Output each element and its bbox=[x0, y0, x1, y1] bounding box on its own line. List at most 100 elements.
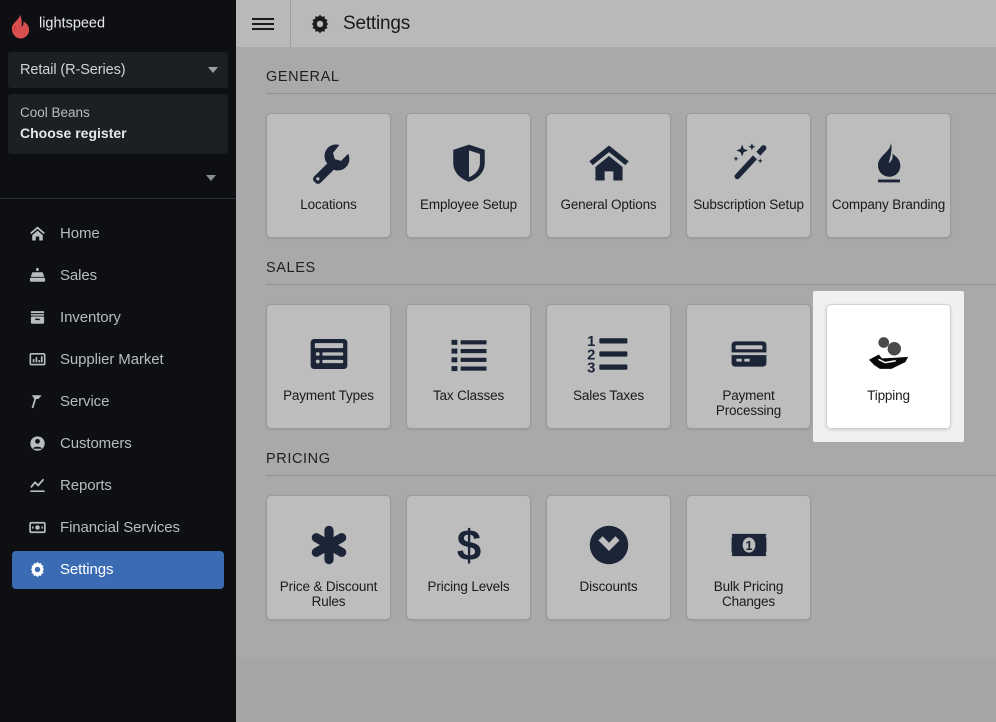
sidebar-item-inventory[interactable]: Inventory bbox=[12, 299, 224, 337]
shield-icon bbox=[448, 135, 490, 191]
sidebar-item-label: Home bbox=[60, 225, 100, 243]
tile-tipping[interactable]: Tipping bbox=[826, 304, 951, 429]
page-title: Settings bbox=[343, 12, 411, 34]
hammer-icon bbox=[28, 393, 46, 411]
brand-logo[interactable]: lightspeed bbox=[0, 0, 236, 48]
home-icon bbox=[586, 135, 632, 191]
tile-label: Discounts bbox=[579, 579, 638, 594]
inventory-box-icon bbox=[28, 309, 46, 327]
tile-slot: Tax Classes bbox=[406, 304, 531, 429]
tile-pricing-levels[interactable]: $ Pricing Levels bbox=[406, 495, 531, 620]
chevron-down-icon bbox=[206, 174, 216, 181]
tile-slot: Company Branding bbox=[826, 113, 951, 238]
sidebar-item-customers[interactable]: Customers bbox=[12, 425, 224, 463]
sidebar-item-label: Service bbox=[60, 393, 110, 411]
chevron-down-circle-icon bbox=[587, 517, 631, 573]
customer-person-icon bbox=[28, 435, 46, 453]
supplier-market-icon bbox=[28, 351, 46, 369]
chevron-down-icon bbox=[208, 67, 218, 73]
gear-icon bbox=[28, 561, 46, 579]
tile-label: Pricing Levels bbox=[427, 579, 510, 594]
reports-chart-icon bbox=[28, 477, 46, 495]
tile-slot: $ Pricing Levels bbox=[406, 495, 531, 620]
wrench-icon bbox=[306, 135, 352, 191]
home-icon bbox=[28, 225, 46, 243]
store-name: Cool Beans bbox=[20, 105, 90, 120]
hamburger-menu-icon[interactable] bbox=[236, 0, 290, 47]
tile-label: Sales Taxes bbox=[573, 388, 644, 403]
tile-label: Tipping bbox=[867, 388, 910, 403]
tile-employee-setup[interactable]: Employee Setup bbox=[406, 113, 531, 238]
svg-text:1: 1 bbox=[745, 539, 752, 553]
sidebar-item-supplier-market[interactable]: Supplier Market bbox=[12, 341, 224, 379]
tile-slot: Discounts bbox=[546, 495, 671, 620]
sidebar: lightspeed Retail (R-Series) Cool Beans … bbox=[0, 0, 236, 722]
choose-register-link[interactable]: Choose register bbox=[20, 123, 216, 143]
banknote-one-icon: 1 bbox=[726, 517, 772, 573]
tile-label: Subscription Setup bbox=[693, 197, 804, 212]
sidebar-item-label: Financial Services bbox=[60, 519, 180, 537]
tile-slot: Subscription Setup bbox=[686, 113, 811, 238]
banknote-icon bbox=[28, 519, 46, 537]
tile-label: Payment Types bbox=[283, 388, 374, 403]
sidebar-item-financial-services[interactable]: Financial Services bbox=[12, 509, 224, 547]
sidebar-item-sales[interactable]: Sales bbox=[12, 257, 224, 295]
credit-card-icon bbox=[726, 326, 772, 382]
tile-row-sales: Payment Types Tax Classes 1 2 3 Sales Ta… bbox=[236, 285, 996, 442]
asterisk-icon bbox=[307, 517, 351, 573]
tile-tax-classes[interactable]: Tax Classes bbox=[406, 304, 531, 429]
tile-slot: Locations bbox=[266, 113, 391, 238]
tile-locations[interactable]: Locations bbox=[266, 113, 391, 238]
sidebar-item-service[interactable]: Service bbox=[12, 383, 224, 421]
tile-payment-processing[interactable]: Payment Processing bbox=[686, 304, 811, 429]
lightspeed-flame-logo-icon bbox=[9, 14, 32, 39]
settings-panel: GENERAL Locations Employee Setup General… bbox=[236, 47, 996, 658]
settings-content: GENERAL Locations Employee Setup General… bbox=[236, 47, 996, 722]
main-area: Settings GENERAL Locations Employee Setu… bbox=[236, 0, 996, 722]
sidebar-item-settings[interactable]: Settings bbox=[12, 550, 224, 589]
sidebar-item-label: Sales bbox=[60, 267, 98, 285]
tile-company-branding[interactable]: Company Branding bbox=[826, 113, 951, 238]
tile-slot: Payment Processing bbox=[686, 304, 811, 429]
svg-text:$: $ bbox=[456, 522, 480, 568]
tile-slot: 1 Bulk Pricing Changes bbox=[686, 495, 811, 620]
tile-sales-taxes[interactable]: 1 2 3 Sales Taxes bbox=[546, 304, 671, 429]
tile-label: Company Branding bbox=[831, 197, 946, 212]
section-general: GENERAL Locations Employee Setup General… bbox=[236, 47, 996, 238]
tile-bulk-pricing-changes[interactable]: 1 Bulk Pricing Changes bbox=[686, 495, 811, 620]
tile-label: Price & Discount Rules bbox=[279, 579, 378, 610]
product-selector-label: Retail (R-Series) bbox=[20, 62, 126, 78]
product-selector[interactable]: Retail (R-Series) bbox=[8, 52, 228, 88]
tile-slot: 1 2 3 Sales Taxes bbox=[546, 304, 671, 429]
sidebar-item-label: Customers bbox=[60, 435, 132, 453]
sidebar-item-label: Supplier Market bbox=[60, 351, 164, 369]
sidebar-item-label: Inventory bbox=[60, 309, 121, 327]
tile-subscription-setup[interactable]: Subscription Setup bbox=[686, 113, 811, 238]
tile-row-general: Locations Employee Setup General Options… bbox=[236, 94, 996, 238]
brand-wordmark: lightspeed bbox=[39, 15, 145, 37]
svg-text:lightspeed: lightspeed bbox=[39, 16, 105, 32]
tile-label: Payment Processing bbox=[715, 388, 782, 419]
tile-slot-hovered: Tipping bbox=[813, 291, 964, 442]
tile-price-discount-rules[interactable]: Price & Discount Rules bbox=[266, 495, 391, 620]
tile-slot: Payment Types bbox=[266, 304, 391, 429]
sidebar-item-label: Reports bbox=[60, 477, 112, 495]
tile-general-options[interactable]: General Options bbox=[546, 113, 671, 238]
top-bar: Settings bbox=[236, 0, 996, 47]
sidebar-item-home[interactable]: Home bbox=[12, 215, 224, 253]
section-sales: SALES Payment Types Tax Classes 1 2 3 Sa… bbox=[236, 238, 996, 442]
tile-label: Bulk Pricing Changes bbox=[713, 579, 784, 610]
page-title-group: Settings bbox=[291, 13, 410, 35]
section-title: SALES bbox=[266, 260, 316, 276]
tile-payment-types[interactable]: Payment Types bbox=[266, 304, 391, 429]
tile-slot: General Options bbox=[546, 113, 671, 238]
tile-label: Locations bbox=[300, 197, 357, 212]
tile-slot: Price & Discount Rules bbox=[266, 495, 391, 620]
sidebar-collapse-toggle[interactable] bbox=[0, 158, 236, 198]
sidebar-item-reports[interactable]: Reports bbox=[12, 467, 224, 505]
magic-wand-icon bbox=[727, 135, 771, 191]
tile-slot: Employee Setup bbox=[406, 113, 531, 238]
gear-icon bbox=[310, 14, 330, 34]
register-info[interactable]: Cool Beans Choose register bbox=[8, 94, 228, 154]
tile-discounts[interactable]: Discounts bbox=[546, 495, 671, 620]
